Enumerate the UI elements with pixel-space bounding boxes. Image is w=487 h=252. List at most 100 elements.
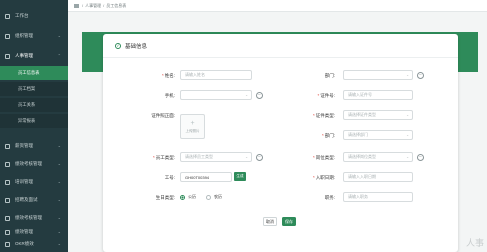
upload-text: 上传照片 [185, 128, 200, 133]
chevron-down-icon: ⌄ [406, 113, 409, 117]
sidebar-item-hr[interactable]: 人事管理 ⌃ [0, 48, 68, 64]
dept-top-label: 部门: [324, 73, 335, 78]
breadcrumb: / 人事管理 / 员工信息表 [68, 0, 487, 12]
book-icon [5, 179, 10, 185]
briefcase-icon [5, 197, 10, 203]
hiredate-input[interactable]: 请输入入职日期 [343, 172, 413, 182]
check-circle-icon: ✓ [115, 42, 121, 49]
position-label: 职务: [324, 195, 335, 200]
postype-select[interactable]: 请选择岗位类型 ⌄ [343, 152, 413, 162]
radio-unchecked-icon [206, 194, 211, 200]
wallet-icon [5, 143, 10, 149]
watermark: 人事 [465, 238, 484, 248]
sidebar-item-training[interactable]: 培训管理 ⌄ [0, 174, 68, 190]
chevron-down-icon: ⌄ [406, 155, 409, 159]
chevron-down-icon: ⌄ [57, 33, 61, 38]
sidebar-item-recruit[interactable]: 招聘及面试 ⌄ [0, 192, 68, 208]
sidebar-item-org[interactable]: 组织管理 ⌄ [0, 28, 68, 44]
chevron-down-icon: ⌄ [57, 197, 61, 202]
position-input[interactable]: 请输入职务 [343, 192, 413, 202]
dept-label: *部门: [321, 133, 335, 138]
chart-icon [5, 161, 10, 167]
sidebar-item-label: 培训管理 [15, 179, 33, 184]
sidebar-item-label: OKR绩效 [15, 241, 34, 246]
sidebar-item-label: 招聘及面试 [15, 197, 38, 202]
breadcrumb-separator: / [82, 3, 84, 8]
radio-lunar[interactable]: 农历 [206, 194, 222, 200]
radio-checked-icon [180, 194, 185, 200]
sidebar-subitem-label: 异常报表 [18, 118, 36, 123]
idtype-select[interactable]: 请选择证件类型 ⌄ [343, 110, 413, 120]
user-icon [5, 53, 10, 59]
remove-icon[interactable]: − [417, 72, 424, 79]
section-header: ✓ 基础信息 [103, 34, 458, 58]
empno-input[interactable]: GH00T00394 [180, 172, 232, 182]
sidebar-item-label: 人事管理 [15, 53, 33, 58]
chevron-down-icon: ⌄ [406, 133, 409, 137]
chevron-down-icon: ⌄ [57, 143, 61, 148]
phone-label: 手机: [164, 93, 175, 98]
remove-icon[interactable]: − [256, 154, 263, 161]
idcard-label: *证件号: [317, 93, 335, 98]
sidebar-item-perf1[interactable]: 绩效考核管理 ⌄ [0, 156, 68, 172]
flag-icon [5, 241, 10, 247]
sidebar-subitem-employee-relation[interactable]: 员工关系 [0, 98, 68, 112]
sidebar-subitem-employee-file[interactable]: 员工档案 [0, 82, 68, 96]
plus-icon: + [190, 119, 195, 127]
sidebar-item-label: 组织管理 [15, 33, 33, 38]
chevron-down-icon: ⌄ [57, 229, 61, 234]
breadcrumb-item-hr[interactable]: 人事管理 [85, 3, 101, 9]
home-icon [5, 13, 10, 19]
chevron-up-icon: ⌃ [57, 53, 61, 58]
sidebar-item-label: 绩效考核管理 [15, 161, 42, 166]
sidebar-subitem-label: 员工关系 [18, 102, 36, 107]
chevron-down-icon: ⌄ [57, 161, 61, 166]
chevron-down-icon: ⌄ [57, 179, 61, 184]
form-card: ✓ 基础信息 *姓名: 请输入姓名 部门: ⌄ − 手机: ⌄ − *证件号: … [103, 34, 458, 252]
hiredate-label: *入职日期: [312, 175, 335, 180]
breadcrumb-separator: / [103, 3, 105, 8]
org-icon [5, 33, 10, 39]
postype-label: *岗位类型: [312, 155, 335, 160]
phone-select[interactable]: ⌄ [180, 90, 252, 100]
home-icon[interactable] [74, 3, 79, 8]
remove-icon[interactable]: − [417, 154, 424, 161]
remove-icon[interactable]: − [256, 92, 263, 99]
cancel-button[interactable]: 取消 [263, 217, 277, 226]
idtype-label: *证件类型: [312, 113, 335, 118]
sidebar-subitem-label: 员工信息表 [18, 70, 40, 75]
target-icon [5, 229, 10, 235]
sidebar-item-label: 薪资管理 [15, 143, 33, 148]
name-input[interactable]: 请输入姓名 [180, 70, 252, 80]
radio-solar[interactable]: 公历 [180, 194, 196, 200]
breadcrumb-item-current: 员工信息表 [106, 2, 127, 8]
photo-upload[interactable]: + 上传照片 [180, 114, 205, 139]
save-button[interactable]: 保存 [282, 217, 296, 226]
sidebar-item-label: 绩效考核管理 [15, 215, 42, 220]
sidebar-subitem-employee-info[interactable]: 员工信息表 [0, 66, 68, 80]
photo-label: 证件照正面: [151, 113, 175, 118]
sidebar-subitem-label: 员工档案 [18, 86, 36, 91]
name-label: *姓名: [161, 73, 175, 78]
sidebar-item-salary[interactable]: 薪资管理 ⌄ [0, 138, 68, 154]
chevron-down-icon: ⌄ [57, 215, 61, 220]
main-content: ✓ 基础信息 *姓名: 请输入姓名 部门: ⌄ − 手机: ⌄ − *证件号: … [68, 12, 487, 252]
empno-label: 工号: [164, 175, 175, 180]
chart-icon [5, 215, 10, 221]
section-title: 基础信息 [125, 43, 148, 50]
emptype-label: *员工类型: [152, 155, 175, 160]
sidebar-item-okr[interactable]: OKR绩效 ⌄ [0, 236, 68, 252]
sidebar-item-label: 工作台 [15, 13, 29, 18]
generate-empno-button[interactable]: 生成 [234, 172, 246, 181]
dept-top-select[interactable]: ⌄ [343, 70, 413, 80]
emptype-select[interactable]: 请选择员工类型 ⌄ [180, 152, 252, 162]
sidebar-subitem-report[interactable]: 异常报表 [0, 114, 68, 128]
birthday-type-label: 生日类型: [155, 195, 175, 200]
dept-select[interactable]: 请选择部门 ⌄ [343, 130, 413, 140]
chevron-down-icon: ⌄ [406, 73, 409, 77]
chevron-down-icon: ⌄ [245, 155, 248, 159]
sidebar: 工作台 组织管理 ⌄ 人事管理 ⌃ 员工信息表 员工档案 员工关系 异常报表 薪… [0, 0, 68, 252]
idcard-input[interactable]: 请输入证件号 [343, 90, 413, 100]
chevron-down-icon: ⌄ [57, 241, 61, 246]
sidebar-item-workbench[interactable]: 工作台 [0, 8, 68, 24]
